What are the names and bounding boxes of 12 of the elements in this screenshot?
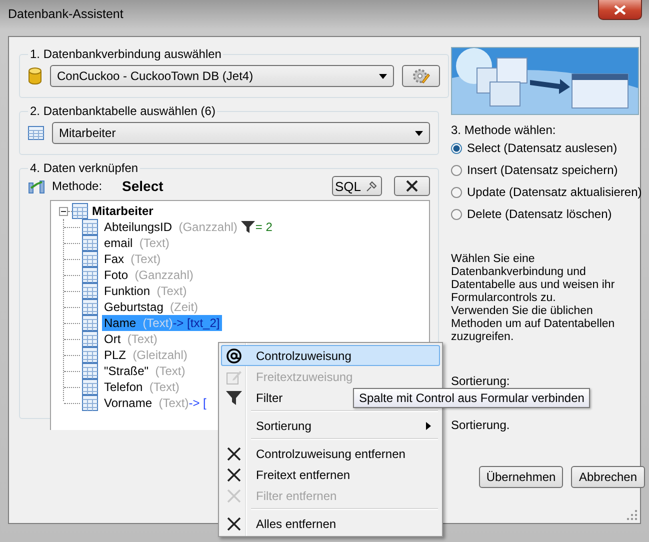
description-text: Wählen Sie eine Datenbankverbindung und Datentabelle aus und weisen ihr Formularcontrols zu. Verwenden Sie die üblichen Methoden um auf Datentabellen zuzugreifen.	[451, 253, 616, 344]
filter-value: = 2	[255, 220, 272, 234]
window-title: Datenbank-Assistent	[8, 7, 124, 21]
group-label: 2. Datenbanktabelle auswählen (6)	[29, 104, 216, 118]
sort-text: Sortierung.	[451, 418, 511, 432]
tooltip: Spalte mit Control aus Formular verbinden	[353, 388, 590, 408]
sort-heading: Sortierung:	[451, 374, 511, 388]
method-value: Select	[122, 178, 164, 194]
group-label: 4. Daten verknüpfen	[29, 161, 140, 175]
group-label: 1. Datenbankverbindung auswählen	[29, 47, 222, 61]
method-heading: 3. Methode wählen:	[451, 123, 557, 137]
method-label: Methode:	[52, 179, 102, 193]
